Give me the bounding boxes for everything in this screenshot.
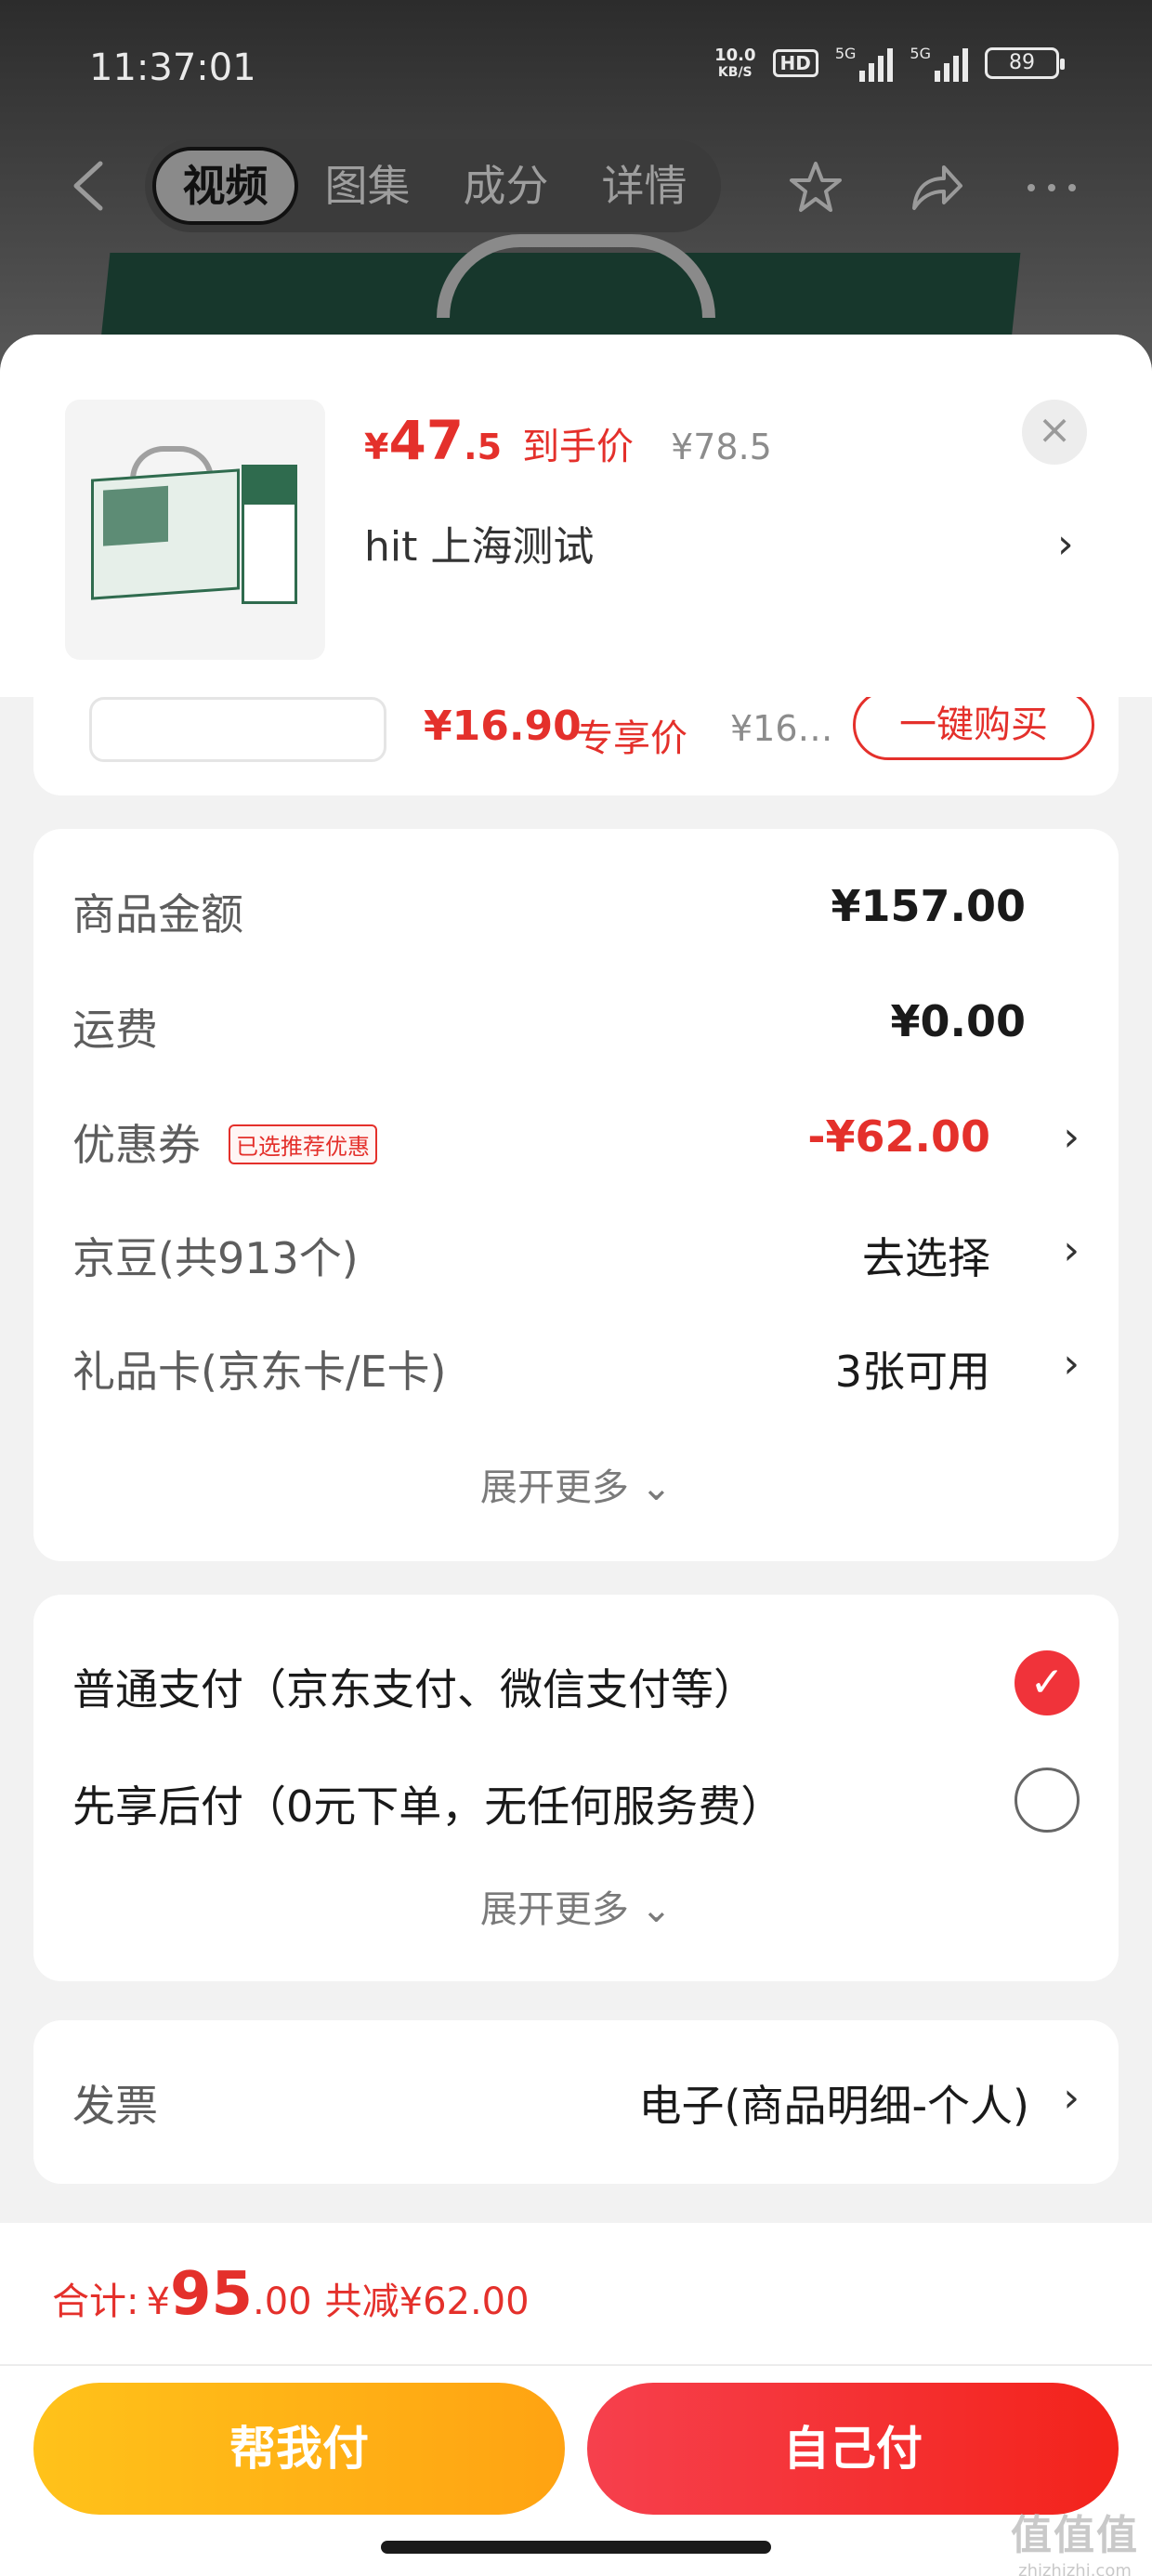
product-hero-handle bbox=[437, 234, 715, 318]
coupon-badge: 已选推荐优惠 bbox=[229, 1124, 377, 1164]
shipping-label: 运费 bbox=[72, 1005, 158, 1055]
shipping-value: ¥0.00 bbox=[890, 996, 1026, 1046]
jd-beans-value: 去选择 bbox=[862, 1233, 990, 1283]
gift-card-label: 礼品卡(京东卡/E卡) bbox=[72, 1347, 447, 1397]
footer-divider bbox=[0, 2364, 1152, 2366]
check-icon[interactable]: ✓ bbox=[1015, 1650, 1080, 1715]
shipping-row: 运费 ¥0.00 bbox=[72, 983, 1080, 1058]
chevron-right-icon[interactable]: › bbox=[1063, 1227, 1080, 1274]
network-speed: 10.0 KB/S bbox=[714, 46, 756, 81]
final-price: ¥ 47 .5 到手价 ¥78.5 bbox=[364, 409, 772, 472]
gift-card-value: 3张可用 bbox=[834, 1347, 990, 1397]
share-icon[interactable] bbox=[907, 158, 966, 217]
coupon-label: 优惠券 bbox=[72, 1120, 201, 1170]
invoice-label: 发票 bbox=[72, 2081, 158, 2131]
tab-gallery[interactable]: 图集 bbox=[298, 147, 437, 225]
coupon-row[interactable]: 优惠券 已选推荐优惠 -¥62.00 › bbox=[72, 1098, 1080, 1173]
one-click-buy-button[interactable]: 一键购买 bbox=[853, 690, 1094, 760]
network-speed-unit: KB/S bbox=[717, 65, 753, 80]
status-time: 11:37:01 bbox=[89, 46, 256, 89]
coupon-value: -¥62.00 bbox=[807, 1111, 990, 1162]
chevron-right-icon[interactable]: › bbox=[1057, 520, 1074, 568]
price-tag: 到手价 bbox=[522, 426, 635, 468]
more-dots-icon[interactable] bbox=[1022, 158, 1081, 217]
network-speed-value: 10.0 bbox=[714, 46, 756, 65]
checkout-footer: 合计: ¥ 95 .00 共减¥62.00 帮我付 自己付 值值值 zhizhi… bbox=[0, 2223, 1152, 2576]
total-label: 合计: bbox=[52, 2280, 139, 2323]
price-integer: 47 bbox=[388, 409, 465, 472]
status-indicators: 10.0 KB/S HD 5G 5G 89 bbox=[714, 45, 1065, 82]
goods-amount-label: 商品金额 bbox=[72, 889, 243, 940]
watermark-url: zhizhizhi.com bbox=[1018, 2561, 1132, 2576]
tab-video[interactable]: 视频 bbox=[152, 147, 298, 225]
delivery-address[interactable]: hit 上海测试 bbox=[364, 513, 594, 572]
product-page-backdrop: 11:37:01 10.0 KB/S HD 5G 5G 89 视频 图集 成分 bbox=[0, 0, 1152, 372]
close-icon[interactable]: × bbox=[1022, 400, 1087, 465]
chevron-right-icon[interactable]: › bbox=[1063, 2074, 1080, 2122]
cost-summary-card: 商品金额 ¥157.00 运费 ¥0.00 优惠券 已选推荐优惠 -¥62.00… bbox=[33, 829, 1119, 1561]
invoice-value: 电子(商品明细-个人) bbox=[638, 2081, 1030, 2131]
original-price: ¥78.5 bbox=[671, 427, 772, 467]
recommended-item-original: ¥16… bbox=[730, 708, 833, 749]
help-pay-button[interactable]: 帮我付 bbox=[33, 2383, 565, 2515]
price-decimal: .5 bbox=[464, 427, 503, 467]
goods-amount-value: ¥157.00 bbox=[831, 881, 1026, 931]
star-icon[interactable] bbox=[786, 158, 845, 217]
signal-strength-icon: 5G bbox=[835, 45, 894, 82]
price-currency: ¥ bbox=[364, 427, 389, 467]
jd-beans-label: 京豆(共913个) bbox=[72, 1233, 359, 1283]
gift-card-row[interactable]: 礼品卡(京东卡/E卡) 3张可用 › bbox=[72, 1325, 1080, 1400]
payment-option-pay-later[interactable]: 先享后付（0元下单，无任何服务费） bbox=[72, 1758, 1080, 1842]
chevron-right-icon[interactable]: › bbox=[1063, 1113, 1080, 1161]
expand-more-costs-button[interactable]: 展开更多 ⌄ bbox=[33, 1457, 1119, 1511]
tab-details[interactable]: 详情 bbox=[575, 147, 713, 225]
watermark: 值值值 zhizhizhi.com bbox=[1011, 2502, 1139, 2576]
expand-more-payment-button[interactable]: 展开更多 ⌄ bbox=[33, 1879, 1119, 1933]
goods-amount-row: 商品金额 ¥157.00 bbox=[72, 868, 1080, 942]
product-thumbnail[interactable] bbox=[65, 400, 325, 660]
self-pay-button[interactable]: 自己付 bbox=[587, 2383, 1119, 2515]
home-indicator[interactable] bbox=[381, 2541, 771, 2554]
signal-strength-icon: 5G bbox=[910, 45, 968, 82]
chevron-left-icon[interactable] bbox=[65, 160, 111, 212]
total-decimal: .00 bbox=[253, 2280, 312, 2323]
payment-option-label: 先享后付（0元下单，无任何服务费） bbox=[72, 1781, 784, 1832]
recommended-item-tag: 专享价 bbox=[576, 717, 687, 760]
radio-unchecked[interactable] bbox=[1015, 1768, 1080, 1833]
product-nav: 视频 图集 成分 详情 bbox=[0, 139, 1152, 232]
total-saved: 共减¥62.00 bbox=[324, 2280, 530, 2323]
sheet-header: ¥ 47 .5 到手价 ¥78.5 hit 上海测试 › × bbox=[0, 335, 1152, 697]
invoice-card[interactable]: 发票 电子(商品明细-个人) › bbox=[33, 2020, 1119, 2184]
status-bar: 11:37:01 10.0 KB/S HD 5G 5G 89 bbox=[0, 37, 1152, 102]
payment-option-label: 普通支付（京东支付、微信支付等） bbox=[72, 1664, 756, 1715]
hd-badge: HD bbox=[772, 49, 818, 77]
watermark-logo: 值值值 bbox=[1011, 2512, 1139, 2559]
signal-label: 5G bbox=[834, 45, 857, 62]
signal-label: 5G bbox=[910, 45, 931, 62]
total-integer: 95 bbox=[169, 2260, 253, 2329]
payment-method-card: 普通支付（京东支付、微信支付等） ✓ 先享后付（0元下单，无任何服务费） 展开更… bbox=[33, 1595, 1119, 1981]
battery-icon: 89 bbox=[985, 47, 1065, 79]
recommended-item-price: ¥16.90 bbox=[424, 703, 582, 750]
jd-beans-row[interactable]: 京豆(共913个) 去选择 › bbox=[72, 1212, 1080, 1286]
payment-option-normal[interactable]: 普通支付（京东支付、微信支付等） ✓ bbox=[72, 1641, 1080, 1725]
nav-tabs: 视频 图集 成分 详情 bbox=[145, 139, 721, 232]
total-currency: ¥ bbox=[146, 2280, 170, 2323]
tab-ingredients[interactable]: 成分 bbox=[437, 147, 575, 225]
recommended-item-thumb[interactable] bbox=[89, 697, 386, 762]
order-total: 合计: ¥ 95 .00 共减¥62.00 bbox=[52, 2260, 530, 2329]
chevron-right-icon[interactable]: › bbox=[1063, 1340, 1080, 1387]
